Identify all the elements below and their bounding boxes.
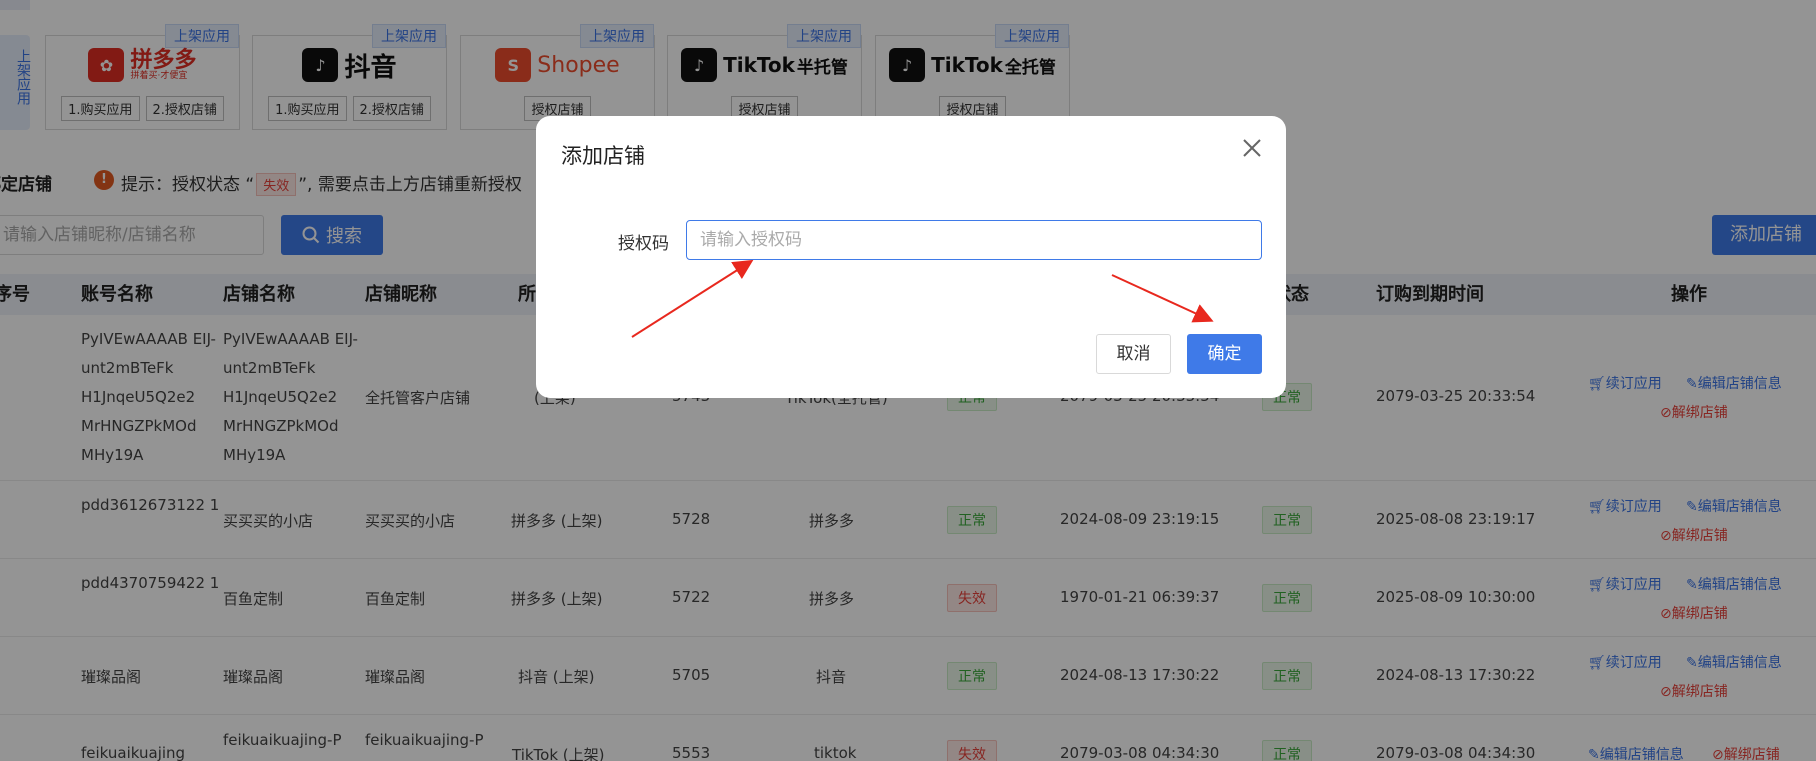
cancel-button[interactable]: 取消 <box>1096 334 1171 374</box>
auth-code-label: 授权码 <box>618 234 669 254</box>
close-icon[interactable] <box>1238 134 1266 162</box>
add-shop-dialog: 添加店铺 授权码 取消 确定 <box>536 116 1286 398</box>
page: 上架应用 上架应用 ✿ 拼多多 拼着买·才便宜 1.购买应用 2.授权店铺 上架… <box>0 0 1816 761</box>
auth-code-input[interactable] <box>686 220 1262 260</box>
dialog-title: 添加店铺 <box>561 144 645 168</box>
confirm-button[interactable]: 确定 <box>1187 334 1262 374</box>
